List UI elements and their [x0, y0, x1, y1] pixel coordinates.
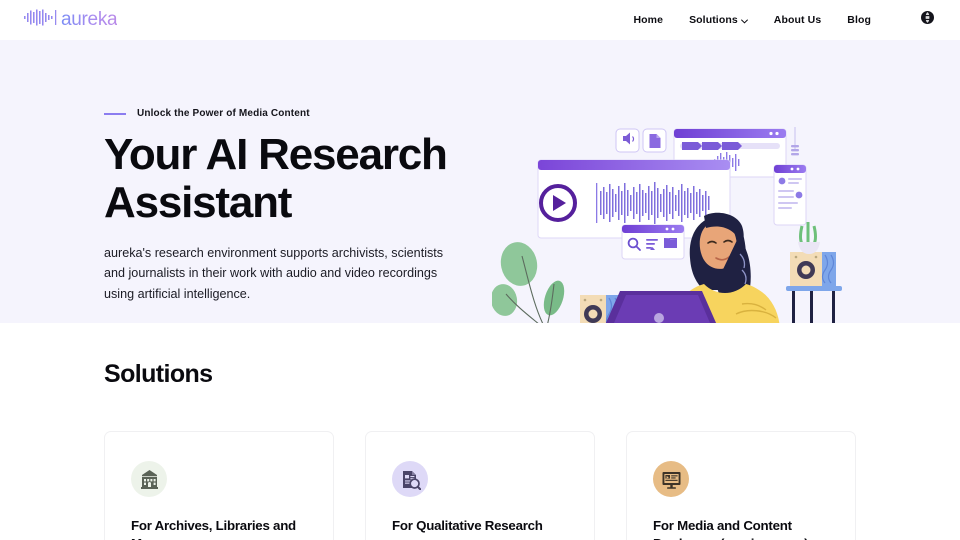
hero-eyebrow: Unlock the Power of Media Content — [104, 108, 504, 119]
nav-item-blog[interactable]: Blog — [847, 14, 871, 26]
hero-subtitle: aureka's research environment supports a… — [104, 246, 444, 301]
nav-item-solutions[interactable]: Solutions — [689, 14, 748, 27]
solution-card-archives[interactable]: For Archives, Libraries and Museums aure… — [104, 431, 334, 540]
antenna-decoration — [791, 127, 799, 156]
document-search-icon — [392, 461, 428, 497]
nav-item-label: Home — [633, 14, 664, 26]
solution-card-media-producers[interactable]: For Media and Content Producers (coming … — [626, 431, 856, 540]
language-switcher-button[interactable] — [921, 10, 934, 29]
potted-plant-right — [798, 221, 820, 254]
nav-item-label: Solutions — [689, 14, 738, 26]
hero-section: Unlock the Power of Media Content Your A… — [0, 40, 960, 323]
main-navigation: Home Solutions About Us Blog — [633, 10, 934, 29]
solutions-card-list: For Archives, Libraries and Museums aure… — [104, 431, 856, 540]
nav-item-label: About Us — [773, 14, 822, 26]
page-title: Your AI Research Assistant — [104, 130, 448, 227]
video-editing-monitor-icon — [653, 461, 689, 497]
audio-waveform-icon — [24, 9, 58, 31]
card-title: For Qualitative Research — [392, 518, 543, 533]
speaker-chip-icon — [615, 128, 640, 153]
museum-building-icon — [131, 461, 167, 497]
nav-item-about-us[interactable]: About Us — [774, 14, 821, 26]
search-tools-window — [621, 224, 685, 260]
contacts-window — [773, 164, 807, 226]
hero-copy: Unlock the Power of Media Content Your A… — [104, 40, 504, 304]
card-title: For Media and Content Producers (coming … — [653, 518, 809, 540]
site-header: aureka Home Solutions About Us Blog — [0, 0, 960, 40]
chevron-down-icon — [740, 15, 748, 27]
logo[interactable]: aureka — [24, 9, 118, 31]
solutions-section: Solutions For Archives, Libraries and Fo… — [0, 323, 960, 540]
globe-icon — [921, 10, 934, 29]
hero-eyebrow-text: Unlock the Power of Media Content — [137, 108, 310, 119]
hero-illustration — [490, 118, 852, 323]
nav-item-home[interactable]: Home — [633, 14, 663, 26]
plant-left-decoration — [490, 242, 565, 323]
nav-item-label: Blog — [847, 14, 871, 26]
document-chip-icon — [642, 128, 667, 153]
section-title: Solutions — [104, 360, 213, 388]
logo-text: aureka — [61, 9, 118, 30]
solution-card-qualitative-research[interactable]: For Qualitative Research aureka's resear… — [365, 431, 595, 540]
eyebrow-dash-icon — [104, 112, 126, 115]
side-table-with-speaker — [786, 221, 842, 323]
card-title: For Archives, Libraries and Museums — [131, 518, 296, 540]
